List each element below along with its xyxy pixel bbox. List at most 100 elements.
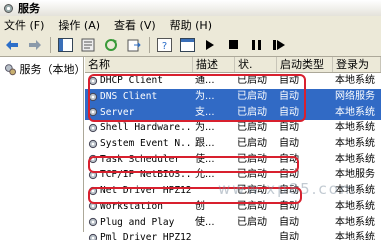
service-startup-type: 自动 — [279, 122, 299, 134]
service-status: 已启动 — [237, 91, 267, 103]
service-startup-type: 自动 — [279, 106, 299, 118]
service-log-on-as: 本地系统 — [335, 200, 375, 212]
service-startup-type: 自动 — [279, 169, 299, 181]
toolbar-separator — [50, 36, 51, 53]
service-name-text: Task Scheduler — [100, 153, 181, 165]
service-name-text: DNS Client — [100, 91, 158, 103]
service-log-on-as: 本地系统 — [335, 153, 375, 165]
tree-item-services-local[interactable]: 服务（本地） — [0, 57, 86, 77]
service-name: Shell Hardware... — [85, 120, 193, 135]
table-row[interactable]: Workstation 创 已启动 自动 本地系统 — [85, 199, 381, 215]
service-description: 跟... — [195, 138, 215, 150]
service-log-on-as: 本地系统 — [335, 138, 375, 150]
menu-help[interactable]: 帮助 (H) — [170, 17, 212, 33]
menu-bar: 文件 (F) 操作 (A) 查看 (V) 帮助 (H) — [0, 16, 381, 33]
service-name: System Event N... — [85, 136, 193, 151]
service-log-on-as: 本地系统 — [335, 216, 375, 228]
service-log-on-as: 本地系统 — [335, 106, 375, 118]
service-gear-icon — [88, 76, 98, 85]
service-description: 为... — [195, 91, 215, 103]
service-gear-icon — [88, 233, 98, 240]
service-description: 通... — [195, 75, 215, 87]
service-description: 为... — [195, 122, 215, 134]
service-name: Task Scheduler — [85, 152, 193, 167]
pause-icon[interactable] — [248, 37, 264, 53]
window-title: 服务 — [18, 2, 40, 15]
service-status: 已启动 — [237, 106, 267, 118]
column-header-name[interactable]: 名称 — [85, 57, 193, 72]
table-row[interactable]: TCP/IP NetBIOS... 允... 已启动 自动 本地服务 — [85, 167, 381, 183]
service-log-on-as: 本地系统 — [335, 185, 375, 197]
restart-icon[interactable] — [271, 37, 287, 53]
service-name: Workstation — [85, 199, 193, 214]
column-header-description[interactable]: 描述 — [193, 57, 235, 72]
toolbar: ? — [0, 33, 381, 57]
menu-view[interactable]: 查看 (V) — [114, 17, 156, 33]
service-name: Server — [85, 105, 193, 120]
service-status: 已启动 — [237, 185, 267, 197]
service-description: 使... — [195, 153, 215, 165]
table-row[interactable]: DNS Client 为... 已启动 自动 网络服务 — [85, 88, 381, 105]
table-row[interactable]: Pml Driver HPZ12 自动 本地系统 — [85, 230, 381, 240]
service-name: Plug and Play — [85, 215, 193, 230]
service-gear-icon — [88, 217, 98, 227]
help-icon[interactable]: ? — [156, 37, 172, 53]
service-gear-icon — [88, 202, 98, 211]
column-header-startup-type[interactable]: 启动类型 — [277, 57, 333, 72]
back-icon[interactable] — [4, 37, 20, 53]
service-startup-type: 自动 — [279, 232, 299, 240]
toolbar-separator — [149, 36, 150, 53]
table-row[interactable]: DHCP Client 通... 已启动 自动 本地系统 — [85, 73, 381, 89]
table-row[interactable]: Net Driver HPZ12 已启动 自动 本地系统 — [85, 183, 381, 199]
service-status: 已启动 — [237, 200, 267, 212]
service-status: 已启动 — [237, 216, 267, 228]
menu-action[interactable]: 操作 (A) — [58, 17, 100, 33]
menu-file[interactable]: 文件 (F) — [4, 17, 44, 33]
table-row[interactable]: Shell Hardware... 为... 已启动 自动 本地系统 — [85, 120, 381, 136]
service-status: 已启动 — [237, 122, 267, 134]
service-gear-icon — [88, 170, 98, 180]
service-name-text: Pml Driver HPZ12 — [100, 232, 192, 240]
service-log-on-as: 本地服务 — [335, 169, 375, 181]
column-header-log-on-as[interactable]: 登录为 — [333, 57, 381, 72]
console-icon[interactable] — [179, 37, 195, 53]
service-gear-icon — [88, 155, 98, 164]
service-startup-type: 自动 — [279, 200, 299, 212]
export-list-icon[interactable] — [126, 37, 142, 53]
service-status: 已启动 — [237, 138, 267, 150]
list-header: 名称 描述 状. 启动类型 登录为 — [85, 57, 381, 73]
services-list: 名称 描述 状. 启动类型 登录为 DHCP Client 通... 已启动 自动 本地… — [85, 57, 381, 240]
service-startup-type: 自动 — [279, 185, 299, 197]
service-description: 允... — [195, 169, 215, 181]
service-startup-type: 自动 — [279, 75, 299, 87]
services-icon — [4, 63, 17, 75]
forward-icon[interactable] — [27, 37, 43, 53]
table-row[interactable]: Plug and Play 使... 已启动 自动 本地系统 — [85, 214, 381, 230]
stop-icon[interactable] — [225, 37, 241, 53]
service-name: Net Driver HPZ12 — [85, 183, 193, 198]
service-name: DHCP Client — [85, 73, 193, 88]
service-description: 支... — [195, 106, 215, 118]
service-gear-icon — [88, 139, 98, 148]
service-log-on-as: 本地系统 — [335, 232, 375, 240]
table-row[interactable]: System Event N... 跟... 已启动 自动 本地系统 — [85, 136, 381, 152]
table-row[interactable]: Task Scheduler 使... 已启动 自动 本地系统 — [85, 151, 381, 167]
show-hide-tree-icon[interactable] — [57, 37, 73, 53]
column-header-status[interactable]: 状. — [235, 57, 277, 72]
tree-pane: 服务（本地） — [0, 57, 86, 232]
service-name-text: System Event N... — [100, 138, 193, 150]
service-gear-icon — [88, 186, 98, 195]
properties-icon[interactable] — [80, 37, 96, 53]
refresh-icon[interactable] — [103, 37, 119, 53]
service-name: DNS Client — [85, 89, 193, 104]
play-icon[interactable] — [202, 37, 218, 53]
service-description: 使... — [195, 216, 215, 228]
service-name-text: Plug and Play — [100, 216, 175, 228]
table-row[interactable]: Server 支... 已启动 自动 本地系统 — [85, 104, 381, 121]
services-gear-icon — [4, 3, 13, 13]
service-status: 已启动 — [237, 169, 267, 181]
service-name-text: Workstation — [100, 200, 163, 212]
service-startup-type: 自动 — [279, 216, 299, 228]
service-name-text: Net Driver HPZ12 — [100, 185, 192, 197]
svg-text:?: ? — [161, 41, 166, 52]
